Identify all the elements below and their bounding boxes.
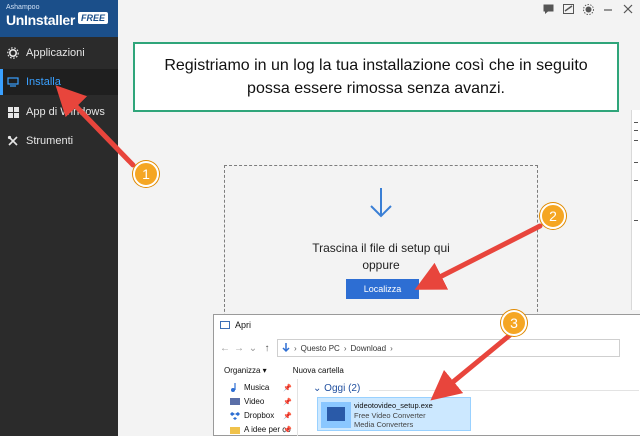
nav-item-label: Dropbox bbox=[244, 411, 275, 420]
nav-item-video[interactable]: Video 📌 bbox=[230, 395, 296, 408]
drop-instruction: Trascina il file di setup qui bbox=[312, 241, 450, 255]
brand-name: UnInstaller bbox=[6, 12, 76, 28]
dialog-toolbar: Organizza ▾ Nuova cartella bbox=[214, 361, 640, 379]
nav-item-folder[interactable]: A idee per co 📌 bbox=[230, 423, 296, 436]
sidebar-item-app-di-windows[interactable]: App di Windows bbox=[0, 99, 118, 125]
sidebar-item-strumenti[interactable]: Strumenti bbox=[0, 128, 118, 154]
sidebar-item-applicazioni[interactable]: Applicazioni bbox=[0, 40, 118, 66]
file-item[interactable]: videotovideo_setup.exe Free Video Conver… bbox=[317, 397, 471, 431]
back-arrow-icon[interactable]: ← bbox=[218, 343, 232, 354]
breadcrumb-this-pc[interactable]: Questo PC bbox=[301, 344, 340, 353]
tools-icon bbox=[0, 135, 26, 147]
sidebar-item-label: Installa bbox=[26, 76, 61, 88]
forward-arrow-icon[interactable]: → bbox=[232, 343, 246, 354]
info-callout-text: Registriamo in un log la tua installazio… bbox=[164, 57, 588, 97]
breadcrumb-download[interactable]: Download bbox=[350, 344, 386, 353]
dialog-titlebar: Apri bbox=[214, 315, 640, 335]
download-folder-icon bbox=[282, 343, 290, 353]
step-badge-2: 2 bbox=[540, 203, 566, 229]
window-toolbar bbox=[542, 3, 634, 15]
address-bar[interactable]: › Questo PC › Download › bbox=[277, 339, 620, 357]
file-group-header[interactable]: ⌄ Oggi (2) bbox=[313, 383, 640, 394]
step-badge-3: 3 bbox=[501, 310, 527, 336]
nav-item-label: Video bbox=[244, 397, 265, 406]
dropbox-icon bbox=[230, 412, 240, 420]
file-group-label: Oggi (2) bbox=[324, 383, 361, 394]
sidebar-item-installa[interactable]: Installa bbox=[0, 69, 118, 95]
sidebar-item-label: Strumenti bbox=[26, 135, 74, 147]
brand-company: Ashampoo bbox=[6, 4, 40, 11]
download-arrow-icon bbox=[366, 186, 396, 225]
edit-icon[interactable] bbox=[562, 3, 574, 15]
folder-icon bbox=[230, 427, 240, 434]
close-icon[interactable] bbox=[622, 3, 634, 15]
background-window-edge bbox=[631, 110, 640, 310]
navigation-pane: Musica 📌 Video 📌 Dropbox 📌 A idee per co 📌 bbox=[214, 379, 298, 436]
open-file-dialog: Apri ← → ⌄ ↑ › Questo PC › Download › Or… bbox=[213, 314, 640, 436]
exe-file-icon bbox=[321, 402, 351, 428]
nav-item-label: Musica bbox=[244, 383, 270, 392]
nav-item-musica[interactable]: Musica 📌 bbox=[230, 381, 296, 394]
chevron-down-icon: ⌄ bbox=[313, 383, 325, 394]
drop-or-text: oppure bbox=[362, 258, 400, 272]
minimize-icon[interactable] bbox=[602, 3, 614, 15]
sidebar-item-label: Applicazioni bbox=[26, 47, 85, 59]
brand-edition-badge: FREE bbox=[78, 12, 109, 24]
dialog-title: Apri bbox=[235, 320, 252, 330]
windows-icon bbox=[0, 106, 26, 118]
sidebar: Ashampoo UnInstaller FREE Applicazioni I… bbox=[0, 0, 118, 436]
video-icon bbox=[230, 398, 240, 405]
new-folder-button[interactable]: Nuova cartella bbox=[293, 366, 344, 375]
settings-icon[interactable] bbox=[582, 3, 594, 15]
up-arrow-icon[interactable]: ↑ bbox=[260, 343, 274, 354]
localizza-button[interactable]: Localizza bbox=[346, 279, 419, 299]
file-description: Free Video Converter bbox=[354, 411, 426, 420]
file-company: Media Converters bbox=[354, 420, 414, 429]
organize-menu[interactable]: Organizza ▾ bbox=[224, 366, 267, 375]
sidebar-item-label: App di Windows bbox=[26, 106, 105, 118]
nav-item-dropbox[interactable]: Dropbox 📌 bbox=[230, 409, 296, 422]
dialog-navbar: ← → ⌄ ↑ › Questo PC › Download › bbox=[214, 337, 640, 359]
feedback-icon[interactable] bbox=[542, 3, 554, 15]
app-logo: Ashampoo UnInstaller FREE bbox=[0, 0, 118, 37]
file-name: videotovideo_setup.exe bbox=[354, 401, 433, 410]
chevron-down-icon[interactable]: ⌄ bbox=[246, 343, 260, 354]
info-callout: Registriamo in un log la tua installazio… bbox=[133, 42, 619, 112]
music-icon bbox=[231, 383, 236, 392]
monitor-icon bbox=[0, 77, 26, 87]
window-icon bbox=[220, 321, 230, 329]
gear-icon bbox=[0, 47, 26, 59]
step-badge-1: 1 bbox=[133, 161, 159, 187]
